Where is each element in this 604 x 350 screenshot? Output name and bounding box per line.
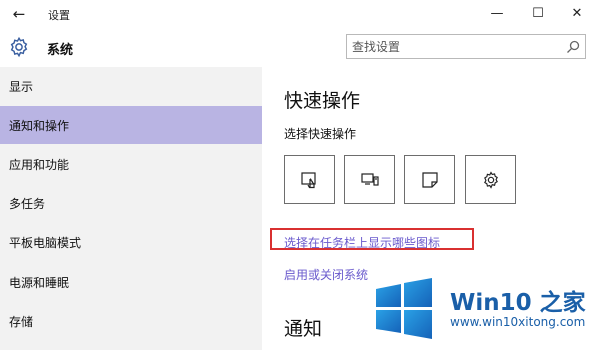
watermark-brand: Win10 之家 <box>450 290 586 316</box>
minimize-icon: — <box>490 5 504 21</box>
sidebar-item-label: 多任务 <box>9 196 46 211</box>
quick-action-tablet-mode-button[interactable] <box>284 155 335 204</box>
watermark-url: www.win10xitong.com <box>450 315 586 329</box>
sidebar-item-multitasking[interactable]: 多任务 <box>0 184 262 222</box>
sidebar-item-label: 存储 <box>9 314 34 329</box>
quick-actions-subtitle: 选择快速操作 <box>284 127 357 141</box>
note-icon <box>421 171 438 188</box>
sidebar-item-label: 应用和功能 <box>9 157 70 172</box>
sidebar: 显示 通知和操作 应用和功能 多任务 平板电脑模式 电源和睡眠 存储 <box>0 67 262 350</box>
search-box[interactable] <box>346 34 586 59</box>
notifications-title: 通知 <box>284 318 323 340</box>
back-arrow-icon: ← <box>12 5 26 23</box>
sidebar-item-notifications-actions[interactable]: 通知和操作 <box>0 106 262 144</box>
title-bar: ← 设置 — ☐ ✕ <box>0 0 604 28</box>
settings-icon <box>483 170 498 189</box>
window-title: 设置 <box>48 9 70 22</box>
tablet-mode-icon <box>300 171 316 188</box>
quick-actions-title: 快速操作 <box>284 90 361 112</box>
windows-logo-icon <box>376 278 432 339</box>
sidebar-item-label: 平板电脑模式 <box>9 235 82 250</box>
section-title: 系统 <box>47 43 74 58</box>
sidebar-item-label: 电源和睡眠 <box>9 275 70 290</box>
system-icons-link[interactable]: 启用或关闭系统 <box>284 266 368 283</box>
sidebar-item-label: 通知和操作 <box>9 118 70 133</box>
taskbar-icons-link[interactable]: 选择在任务栏上显示哪些图标 <box>284 234 440 251</box>
sidebar-item-display[interactable]: 显示 <box>0 67 262 105</box>
back-button[interactable]: ← <box>8 4 30 24</box>
quick-action-project-button[interactable] <box>344 155 395 204</box>
maximize-icon: ☐ <box>532 5 544 21</box>
sidebar-item-power-sleep[interactable]: 电源和睡眠 <box>0 263 262 301</box>
sidebar-item-storage[interactable]: 存储 <box>0 302 262 340</box>
close-icon: ✕ <box>571 5 583 21</box>
sidebar-item-label: 显示 <box>9 79 34 94</box>
quick-action-note-button[interactable] <box>404 155 455 204</box>
sidebar-item-apps-features[interactable]: 应用和功能 <box>0 145 262 183</box>
search-icon[interactable] <box>565 39 581 55</box>
sidebar-item-tablet-mode[interactable]: 平板电脑模式 <box>0 223 262 261</box>
project-icon <box>360 172 379 186</box>
maximize-button[interactable]: ☐ <box>523 2 553 24</box>
search-input[interactable] <box>352 39 552 55</box>
quick-action-settings-button[interactable] <box>465 155 516 204</box>
minimize-button[interactable]: — <box>482 2 512 24</box>
close-button[interactable]: ✕ <box>562 2 592 24</box>
gear-icon <box>10 36 28 58</box>
